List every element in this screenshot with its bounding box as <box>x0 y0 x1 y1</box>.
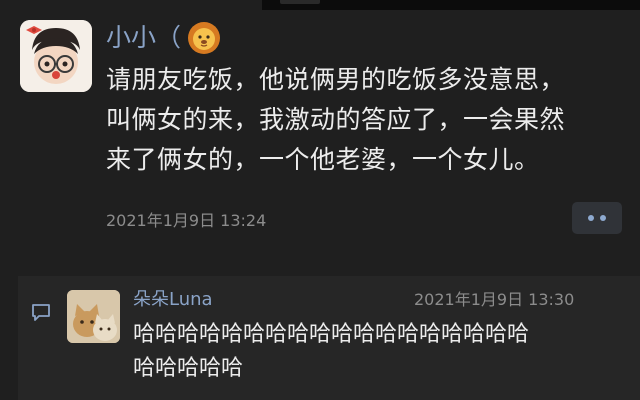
baby-avatar-image <box>20 20 92 92</box>
lion-emoji-icon <box>188 22 221 54</box>
top-bar-fragment <box>262 0 640 10</box>
more-dot <box>600 215 606 221</box>
commenter-name[interactable]: 朵朵Luna <box>133 287 213 313</box>
post-content: 请朋友吃饭，他说俩男的吃饭多没意思， 叫俩女的来，我激动的答应了，一会果然 来了… <box>106 60 626 180</box>
comment-content: 哈哈哈哈哈哈哈哈哈哈哈哈哈哈哈哈哈哈 哈哈哈哈哈 <box>133 318 613 386</box>
comment-bubble-icon <box>32 304 50 321</box>
moments-post-screen: 小小（ 请朋友吃饭，他说俩男的吃饭多没意思， 叫俩女的来，我激动的答应了，一会果… <box>0 0 640 400</box>
post-text-line: 来了俩女的，一个他老婆，一个女儿。 <box>106 145 540 174</box>
comment-timestamp: 2021年1月9日 13:30 <box>414 290 575 309</box>
comment-text-line: 哈哈哈哈哈 <box>133 356 244 381</box>
post-timestamp: 2021年1月9日 13:24 <box>106 211 267 230</box>
post-text-line: 叫俩女的来，我激动的答应了，一会果然 <box>106 105 566 134</box>
cat-avatar-image <box>67 290 120 343</box>
comment-text-line: 哈哈哈哈哈哈哈哈哈哈哈哈哈哈哈哈哈哈 <box>133 322 530 347</box>
commenter-avatar[interactable] <box>67 290 120 343</box>
post-text-line: 请朋友吃饭，他说俩男的吃饭多没意思， <box>106 65 566 94</box>
more-dot <box>588 215 594 221</box>
more-options-button[interactable] <box>572 202 622 234</box>
poster-avatar[interactable] <box>20 20 92 92</box>
poster-nickname-text: 小小（ <box>106 23 182 52</box>
top-bar-faint-element <box>280 0 320 4</box>
poster-nickname[interactable]: 小小（ <box>106 20 221 56</box>
